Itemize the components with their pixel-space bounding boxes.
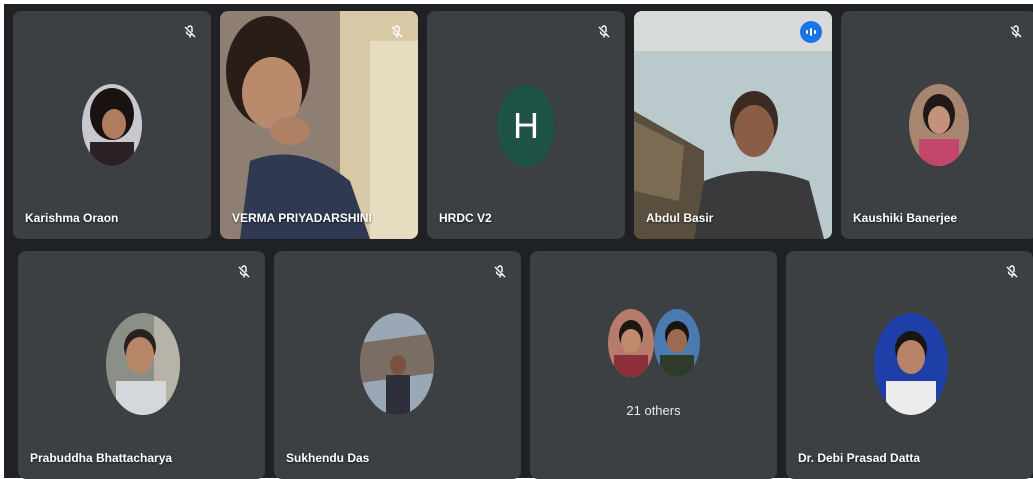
participant-name: VERMA PRIYADARSHINI — [232, 211, 372, 225]
avatar — [106, 313, 180, 415]
participant-tile-kaushiki[interactable]: Kaushiki Banerjee — [841, 11, 1033, 239]
participant-name: Karishma Oraon — [25, 211, 119, 225]
participant-tile-sukhendu[interactable]: Sukhendu Das — [274, 251, 521, 479]
others-count: 21 others — [626, 403, 681, 418]
avatar — [874, 313, 948, 415]
avatar — [360, 313, 434, 415]
mic-off-icon — [237, 265, 251, 279]
participant-tile-hrdc[interactable]: H HRDC V2 — [427, 11, 625, 239]
avatar — [608, 309, 654, 377]
video-feed — [220, 11, 418, 239]
mic-off-icon — [1005, 265, 1019, 279]
avatar — [909, 84, 969, 166]
video-feed — [634, 11, 832, 239]
avatar — [82, 84, 142, 166]
audio-level-icon — [800, 21, 822, 43]
meeting-grid: Karishma Oraon VERMA PRIYADARSHINI H HRD… — [4, 4, 1033, 479]
mic-off-icon — [493, 265, 507, 279]
participant-name: Prabuddha Bhattacharya — [30, 451, 173, 465]
participant-tile-prabuddha[interactable]: Prabuddha Bhattacharya — [18, 251, 265, 479]
participant-tile-debi[interactable]: Dr. Debi Prasad Datta — [786, 251, 1033, 479]
mic-off-icon — [597, 25, 611, 39]
others-tile[interactable]: 21 others — [530, 251, 777, 479]
participant-tile-abdul[interactable]: Abdul Basir — [634, 11, 832, 239]
participant-name: HRDC V2 — [439, 211, 492, 225]
mic-off-icon — [183, 25, 197, 39]
participant-name: Dr. Debi Prasad Datta — [798, 451, 921, 465]
avatar — [654, 309, 700, 377]
mic-off-icon — [1009, 25, 1023, 39]
mic-off-icon — [390, 25, 404, 39]
participant-name: Kaushiki Banerjee — [853, 211, 958, 225]
participant-name: Abdul Basir — [646, 211, 714, 225]
participant-tile-karishma[interactable]: Karishma Oraon — [13, 11, 211, 239]
participant-tile-verma[interactable]: VERMA PRIYADARSHINI — [220, 11, 418, 239]
avatar-initial: H — [497, 85, 555, 167]
participant-name: Sukhendu Das — [286, 451, 370, 465]
